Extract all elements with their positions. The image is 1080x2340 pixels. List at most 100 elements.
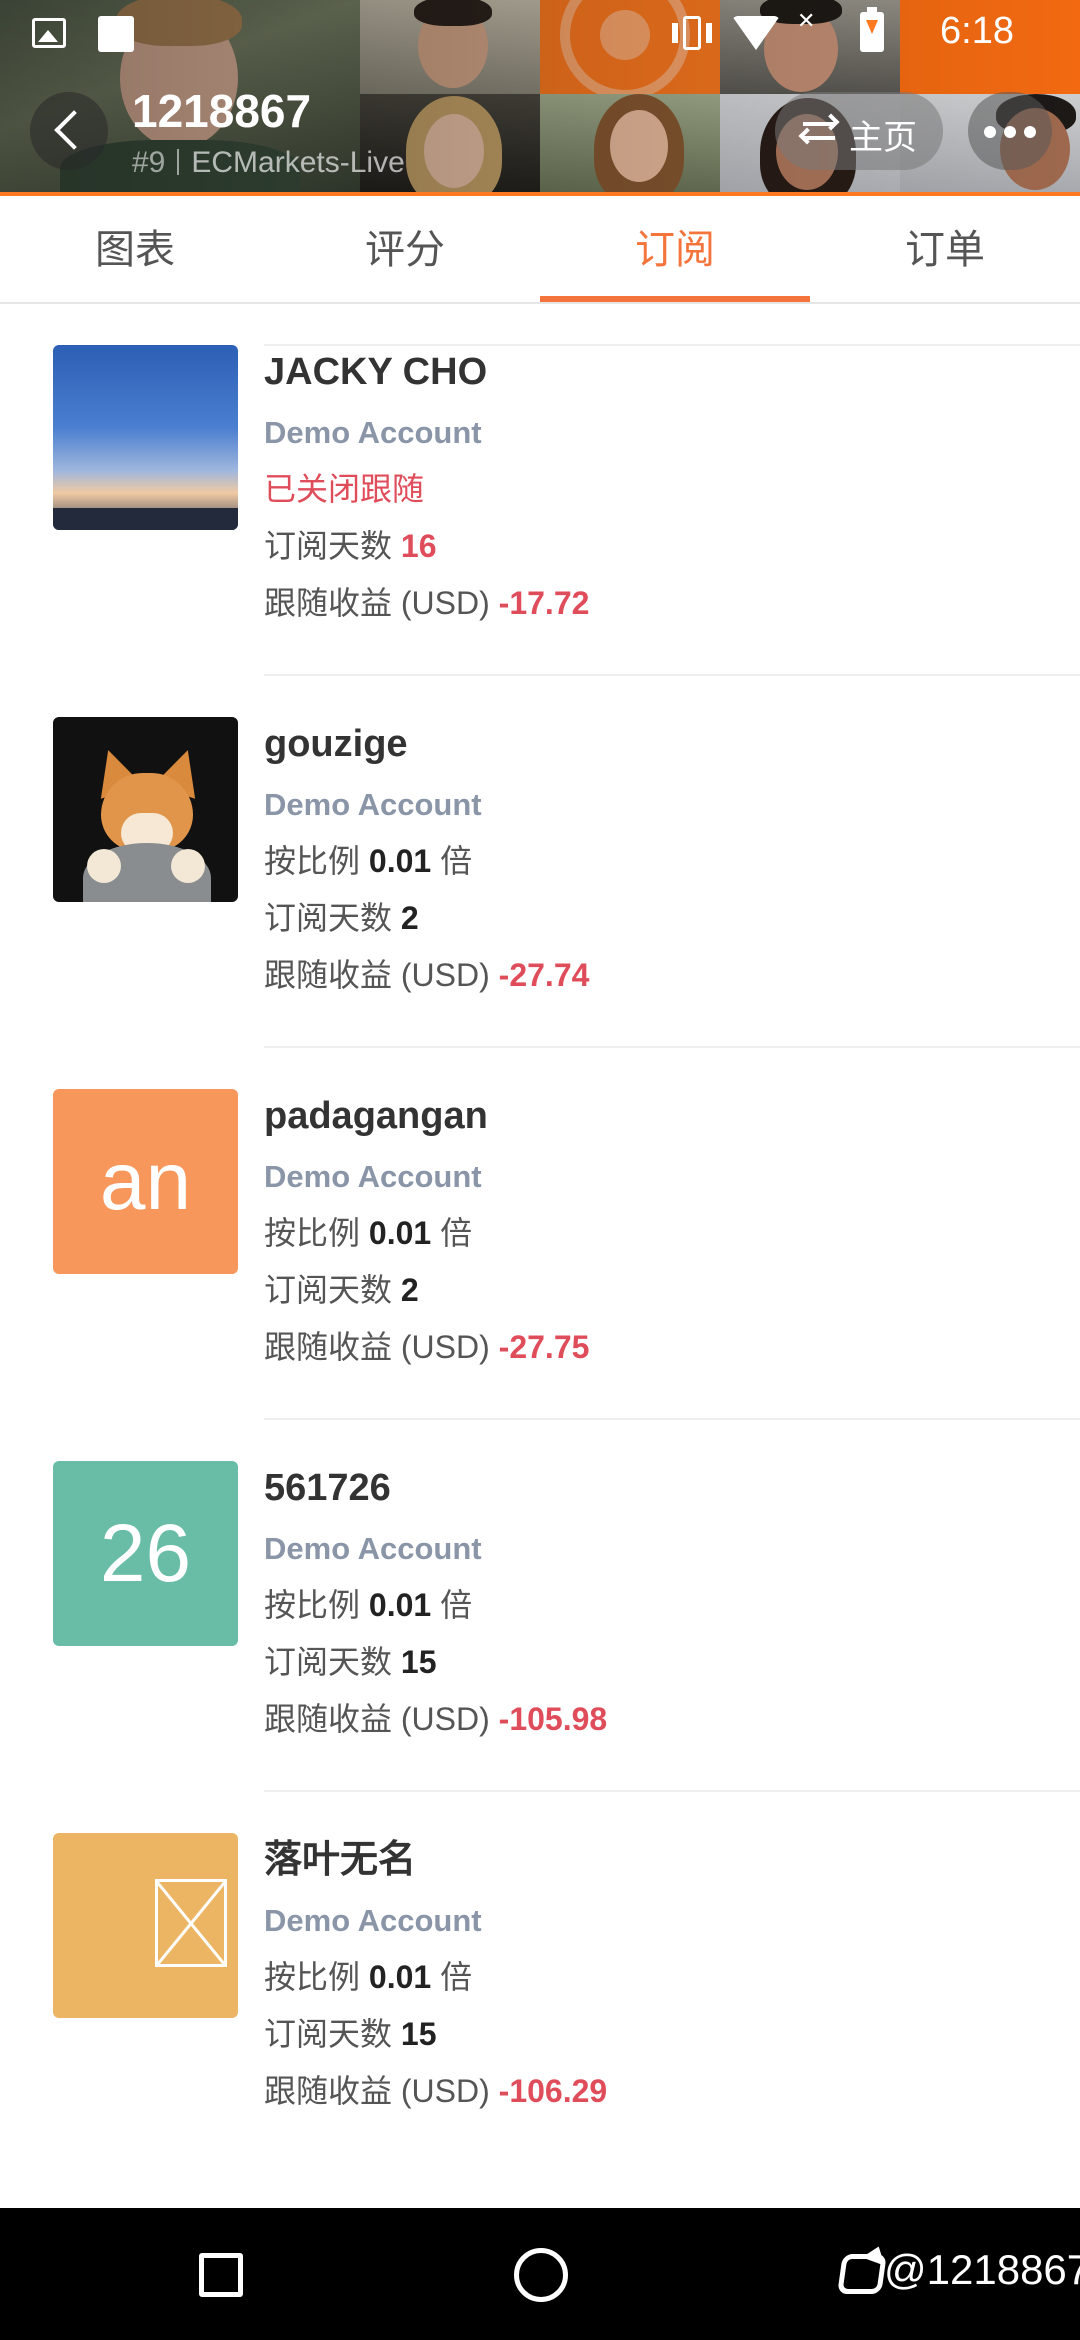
tab-subscriptions[interactable]: 订阅 [540, 196, 810, 304]
copy-ratio-row: 按比例 0.01 倍 [264, 1949, 1044, 2006]
subscriber-avatar: an [53, 1089, 238, 1274]
subscriber-avatar [53, 345, 238, 530]
ratio-label: 按比例 [264, 1959, 361, 1995]
days-value: 15 [400, 2016, 437, 2052]
follow-status: 已关闭跟随 [264, 471, 425, 507]
subscriber-info: padagangan Demo Account 按比例 0.01 倍 订阅天数 … [264, 1088, 1044, 1376]
subscriber-name: padagangan [264, 1095, 488, 1137]
subscription-days-row: 订阅天数 15 [264, 2006, 1044, 2063]
subscriber-item[interactable]: 26 561726 Demo Account 按比例 0.01 倍 订阅天数 1… [0, 1420, 1080, 1792]
subscriber-avatar [53, 717, 238, 902]
days-value: 16 [400, 528, 437, 564]
home-nav-button[interactable] [514, 2248, 568, 2302]
subscriber-name: gouzige [264, 723, 408, 765]
vibrate-icon [672, 14, 712, 54]
subscription-days-row: 订阅天数 2 [264, 1262, 1044, 1319]
status-time: 6:18 [940, 10, 1014, 52]
gallery-notification-icon [32, 18, 66, 48]
back-button[interactable] [30, 92, 108, 170]
tab-chart[interactable]: 图表 [0, 196, 270, 304]
days-label: 订阅天数 [264, 528, 393, 564]
tab-orders[interactable]: 订单 [810, 196, 1080, 304]
copy-ratio-row: 按比例 0.01 倍 [264, 833, 1044, 890]
avatar-initials: an [99, 1136, 192, 1227]
battery-charging-icon [860, 7, 884, 52]
days-value: 15 [400, 1644, 437, 1680]
subscriber-item[interactable]: 落叶无名 Demo Account 按比例 0.01 倍 订阅天数 15 跟随收… [0, 1792, 1080, 2164]
subscriber-info: JACKY CHO Demo Account 已关闭跟随 订阅天数 16 跟随收… [264, 344, 1044, 632]
profit-value: -27.74 [498, 957, 590, 993]
subscriber-info: 561726 Demo Account 按比例 0.01 倍 订阅天数 15 跟… [264, 1460, 1044, 1748]
days-value: 2 [400, 1272, 419, 1308]
subscriber-item[interactable]: JACKY CHO Demo Account 已关闭跟随 订阅天数 16 跟随收… [0, 304, 1080, 676]
ratio-value: 0.01 [368, 1215, 432, 1251]
ratio-label: 按比例 [264, 1587, 361, 1623]
app-notification-icon [98, 16, 134, 52]
swap-icon [798, 113, 840, 148]
tab-bar: 图表 评分 订阅 订单 [0, 196, 1080, 304]
broker-server: ECMarkets-Live [191, 146, 405, 179]
subscriber-info: 落叶无名 Demo Account 按比例 0.01 倍 订阅天数 15 跟随收… [264, 1832, 1044, 2120]
profit-label: 跟随收益 (USD) [264, 585, 490, 621]
more-dots-icon [1024, 126, 1036, 138]
days-label: 订阅天数 [264, 900, 393, 936]
tab-rating[interactable]: 评分 [270, 196, 540, 304]
account-type: Demo Account [264, 787, 482, 822]
more-dots-icon [1004, 126, 1016, 138]
copy-ratio-row: 按比例 0.01 倍 [264, 1577, 1044, 1634]
profit-value: -17.72 [498, 585, 590, 621]
account-rank: #9 [132, 146, 166, 179]
image-placeholder-icon [155, 1879, 227, 1967]
follow-profit-row: 跟随收益 (USD) -105.98 [264, 1691, 1044, 1748]
avatar-initials: 26 [99, 1508, 192, 1599]
no-signal-icon: ✕ [797, 8, 816, 33]
subscriber-name: 落叶无名 [264, 1839, 417, 1881]
days-label: 订阅天数 [264, 1272, 393, 1308]
profile-header: ✕ 6:18 1218867 #9 ECMarkets-Live 主页 [0, 0, 1080, 196]
ratio-unit: 倍 [440, 1587, 473, 1623]
account-type: Demo Account [264, 1531, 482, 1566]
follow-profit-row: 跟随收益 (USD) -27.74 [264, 947, 1044, 1004]
system-navigation-bar: @1218867 [0, 2208, 1080, 2340]
ratio-label: 按比例 [264, 843, 361, 879]
ratio-value: 0.01 [368, 1959, 432, 1995]
subscription-days-row: 订阅天数 15 [264, 1634, 1044, 1691]
subscriber-item[interactable]: an padagangan Demo Account 按比例 0.01 倍 订阅… [0, 1048, 1080, 1420]
home-button-label: 主页 [849, 119, 917, 157]
profit-label: 跟随收益 (USD) [264, 2073, 490, 2109]
subscription-days-row: 订阅天数 2 [264, 890, 1044, 947]
ratio-unit: 倍 [440, 843, 473, 879]
account-subtitle: #9 ECMarkets-Live [132, 146, 405, 180]
home-button[interactable]: 主页 [775, 92, 943, 170]
subscriber-item[interactable]: gouzige Demo Account 按比例 0.01 倍 订阅天数 2 跟… [0, 676, 1080, 1048]
follow-profit-row: 跟随收益 (USD) -106.29 [264, 2063, 1044, 2120]
account-type: Demo Account [264, 415, 482, 450]
follow-profit-row: 跟随收益 (USD) -27.75 [264, 1319, 1044, 1376]
account-type: Demo Account [264, 1159, 482, 1194]
profit-label: 跟随收益 (USD) [264, 1701, 490, 1737]
watermark-logo-icon [834, 2242, 891, 2302]
status-bar: ✕ 6:18 [0, 0, 1080, 66]
subscriber-info: gouzige Demo Account 按比例 0.01 倍 订阅天数 2 跟… [264, 716, 1044, 1004]
profit-label: 跟随收益 (USD) [264, 957, 490, 993]
copy-ratio-row: 按比例 0.01 倍 [264, 1205, 1044, 1262]
chevron-left-icon [54, 110, 94, 150]
days-value: 2 [400, 900, 419, 936]
subscriber-avatar [53, 1833, 238, 2018]
wifi-icon [732, 16, 780, 50]
days-label: 订阅天数 [264, 2016, 393, 2052]
ratio-label: 按比例 [264, 1215, 361, 1251]
days-label: 订阅天数 [264, 1644, 393, 1680]
follow-profit-row: 跟随收益 (USD) -17.72 [264, 575, 1044, 632]
active-tab-indicator [540, 296, 810, 302]
more-dots-icon [984, 126, 996, 138]
ratio-value: 0.01 [368, 843, 432, 879]
profit-value: -27.75 [498, 1329, 590, 1365]
ratio-value: 0.01 [368, 1587, 432, 1623]
subtitle-divider [177, 149, 180, 175]
subscriber-name: JACKY CHO [264, 351, 488, 393]
recent-apps-button[interactable] [199, 2253, 243, 2297]
profit-label: 跟随收益 (USD) [264, 1329, 490, 1365]
more-button[interactable] [968, 92, 1052, 170]
account-type: Demo Account [264, 1903, 482, 1938]
